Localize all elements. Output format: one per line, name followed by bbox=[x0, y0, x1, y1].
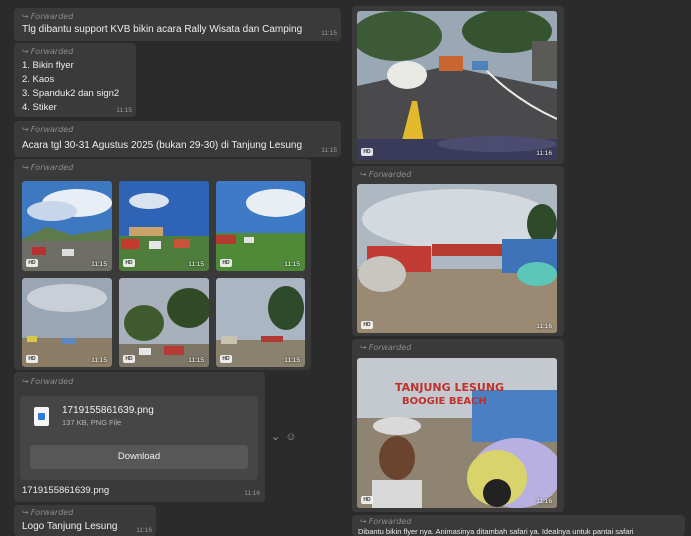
message-time: 11:16 bbox=[136, 527, 152, 534]
forward-icon: ↪ bbox=[360, 343, 367, 352]
hd-badge: HD bbox=[123, 259, 135, 267]
photo-time: 11:16 bbox=[536, 323, 552, 330]
photo-time: 11:15 bbox=[284, 357, 300, 364]
message-bubble[interactable]: ↪ Forwarded Dibantu bikin flyer nya. Anim… bbox=[352, 515, 685, 536]
forward-icon: ↪ bbox=[22, 163, 29, 172]
forwarded-label: ↪ Forwarded bbox=[360, 170, 412, 179]
forwarded-label: ↪ Forwarded bbox=[360, 517, 412, 526]
message-time: 11:15 bbox=[321, 30, 337, 37]
album-photo[interactable]: HD 11:15 bbox=[119, 278, 209, 367]
forwarded-label: ↪ Forwarded bbox=[22, 377, 74, 386]
list-item: 2. Kaos bbox=[22, 74, 55, 85]
photo-image bbox=[119, 181, 209, 271]
file-meta: 137 KB, PNG File bbox=[62, 418, 122, 427]
album-photo[interactable]: HD 11:15 bbox=[22, 181, 112, 271]
message-text: Tlg dibantu support KVB bikin acara Rall… bbox=[22, 24, 303, 35]
photo-image bbox=[357, 184, 557, 333]
file-attachment[interactable]: 1719155861639.png 137 KB, PNG File Downl… bbox=[20, 396, 258, 480]
hd-badge: HD bbox=[123, 355, 135, 363]
file-caption: 1719155861639.png bbox=[22, 485, 110, 496]
album-photo[interactable]: HD 11:15 bbox=[216, 181, 305, 271]
hd-badge: HD bbox=[361, 148, 373, 156]
photo-beach-lineup[interactable]: HD 11:16 bbox=[357, 184, 557, 333]
message-bubble[interactable]: ↪ Forwarded Logo Tanjung Lesung 11:16 bbox=[14, 505, 156, 536]
photo-image bbox=[357, 11, 557, 160]
sign-text: TANJUNG LESUNG bbox=[395, 381, 504, 394]
forward-icon: ↪ bbox=[22, 47, 29, 56]
forwarded-label: ↪ Forwarded bbox=[22, 125, 74, 134]
list-item: 3. Spanduk2 dan sign2 bbox=[22, 88, 120, 99]
photo-image bbox=[119, 278, 209, 367]
message-bubble[interactable]: ↪ Forwarded 1. Bikin flyer 2. Kaos 3. Spa… bbox=[14, 43, 136, 117]
photo-time: 11:15 bbox=[188, 261, 204, 268]
album-photo[interactable]: HD 11:15 bbox=[119, 181, 209, 271]
sign-text: BOOGIE BEACH bbox=[402, 396, 487, 407]
png-file-icon bbox=[34, 407, 49, 426]
forward-icon: ↪ bbox=[22, 508, 29, 517]
photo-time: 11:15 bbox=[91, 357, 107, 364]
message-time: 11:16 bbox=[244, 490, 260, 497]
photo-time: 11:15 bbox=[284, 261, 300, 268]
forward-icon: ↪ bbox=[22, 377, 29, 386]
photo-image bbox=[216, 278, 305, 367]
forward-icon: ↪ bbox=[22, 12, 29, 21]
album-photo[interactable]: HD 11:15 bbox=[216, 278, 305, 367]
hd-badge: HD bbox=[220, 355, 232, 363]
forwarded-label: ↪ Forwarded bbox=[22, 47, 74, 56]
message-text: Acara tgl 30-31 Agustus 2025 (bukan 29-3… bbox=[22, 140, 303, 151]
forwarded-label: ↪ Forwarded bbox=[22, 508, 74, 517]
photo-image bbox=[22, 278, 112, 367]
forwarded-label: ↪ Forwarded bbox=[22, 12, 74, 21]
message-bubble[interactable]: ↪ Forwarded Tlg dibantu support KVB bikin… bbox=[14, 8, 341, 41]
photo-road[interactable]: HD 11:16 bbox=[357, 11, 557, 160]
hd-badge: HD bbox=[220, 259, 232, 267]
hd-badge: HD bbox=[26, 259, 38, 267]
photo-time: 11:16 bbox=[536, 150, 552, 157]
hd-badge: HD bbox=[361, 321, 373, 329]
photo-image bbox=[22, 181, 112, 271]
chevron-down-icon[interactable]: ⌄ bbox=[271, 431, 280, 443]
list-item: 1. Bikin flyer bbox=[22, 60, 74, 71]
album-photo[interactable]: HD 11:15 bbox=[22, 278, 112, 367]
message-actions: ⌄ ☺ bbox=[271, 430, 297, 443]
hd-badge: HD bbox=[26, 355, 38, 363]
message-text: Dibantu bikin flyer nya. Animasinya dita… bbox=[358, 527, 634, 536]
photo-time: 11:15 bbox=[91, 261, 107, 268]
photo-time: 11:16 bbox=[536, 498, 552, 505]
photo-image bbox=[216, 181, 305, 271]
forwarded-label: ↪ Forwarded bbox=[360, 343, 412, 352]
message-time: 11:15 bbox=[116, 107, 132, 114]
message-bubble[interactable]: ↪ Forwarded Acara tgl 30-31 Agustus 2025 … bbox=[14, 121, 341, 157]
forward-icon: ↪ bbox=[22, 125, 29, 134]
emoji-react-icon[interactable]: ☺ bbox=[285, 431, 296, 443]
photo-time: 11:15 bbox=[188, 357, 204, 364]
file-name: 1719155861639.png bbox=[62, 405, 154, 416]
message-text: Logo Tanjung Lesung bbox=[22, 521, 118, 532]
forward-icon: ↪ bbox=[360, 517, 367, 526]
download-button[interactable]: Download bbox=[30, 445, 248, 469]
forwarded-label: ↪ Forwarded bbox=[22, 163, 74, 172]
message-time: 11:15 bbox=[321, 147, 337, 154]
photo-selfie[interactable]: TANJUNG LESUNG BOOGIE BEACH HD 11:16 bbox=[357, 358, 557, 508]
forward-icon: ↪ bbox=[360, 170, 367, 179]
list-item: 4. Stiker bbox=[22, 102, 57, 113]
hd-badge: HD bbox=[361, 496, 373, 504]
photo-image: TANJUNG LESUNG BOOGIE BEACH bbox=[357, 358, 557, 508]
